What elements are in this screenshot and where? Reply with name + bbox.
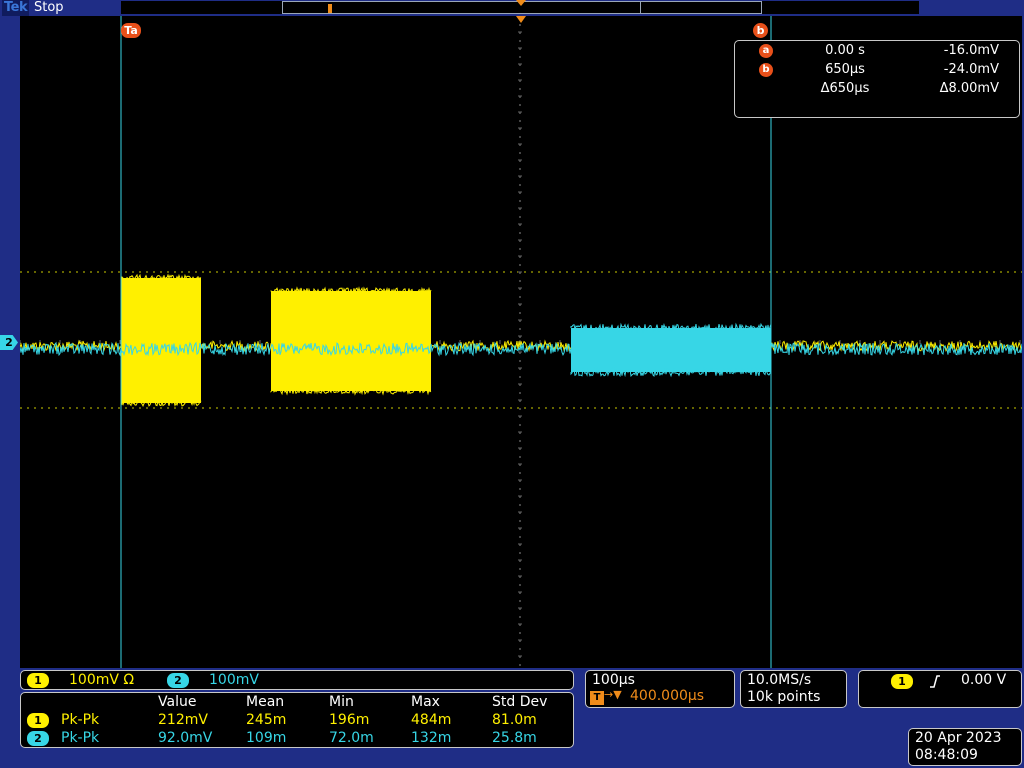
record-length: 10k points [747, 689, 821, 705]
date-time-display: 20 Apr 2023 08:48:09 [908, 728, 1022, 766]
measurement-row-ch1[interactable]: 1 Pk-Pk 212mV 245m 196m 484m 81.0m [21, 712, 573, 730]
timebase-scale[interactable]: 100µs [592, 672, 635, 688]
horizontal-position[interactable]: 400.000µs [630, 688, 704, 704]
ch2-scale[interactable]: 100mV [209, 671, 259, 689]
horizontal-settings[interactable]: 100µs T →▼ 400.000µs [585, 670, 735, 708]
cursor-b-handle[interactable]: b [753, 23, 768, 38]
cursor-b-badge: b [759, 63, 773, 77]
meas-min: 196m [329, 712, 370, 728]
status-bar: Tek Stop [0, 0, 1024, 16]
cursor-readout[interactable]: a 0.00 s -16.0mV b 650µs -24.0mV Δ650µs … [734, 40, 1020, 118]
trigger-time-icon: T [590, 691, 604, 705]
meas-mean: 109m [246, 730, 287, 746]
trigger-time-marker-icon [516, 16, 526, 23]
cursor-delta-row: Δ650µs Δ8.00mV [735, 80, 1019, 98]
meas-max: 132m [411, 730, 452, 746]
tek-logo: Tek [2, 0, 30, 16]
cursor-b-row: b 650µs -24.0mV [735, 61, 1019, 79]
ch1-badge[interactable]: 1 [27, 673, 49, 688]
meas-type: Pk-Pk [61, 730, 100, 746]
acquisition-state[interactable]: Stop [34, 0, 64, 16]
header-max: Max [411, 694, 440, 710]
header-value: Value [158, 694, 197, 710]
date: 20 Apr 2023 [915, 730, 1002, 746]
cursor-delta-volt: Δ8.00mV [939, 81, 999, 96]
ch1-scale[interactable]: 100mV Ω [69, 671, 134, 689]
meas-ch1-badge: 1 [27, 713, 49, 728]
measurement-table[interactable]: Value Mean Min Max Std Dev 1 Pk-Pk 212mV… [20, 692, 574, 748]
meas-type: Pk-Pk [61, 712, 100, 728]
cursor-a-row: a 0.00 s -16.0mV [735, 42, 1019, 60]
meas-min: 72.0m [329, 730, 374, 746]
meas-mean: 245m [246, 712, 287, 728]
meas-stddev: 81.0m [492, 712, 537, 728]
ch1-waveform [20, 273, 1022, 407]
header-min: Min [329, 694, 354, 710]
record-trigger-marker [328, 4, 332, 13]
arrow-right-icon: →▼ [604, 688, 622, 701]
measurement-row-ch2[interactable]: 2 Pk-Pk 92.0mV 109m 72.0m 132m 25.8m [21, 730, 573, 748]
channel-settings-bar[interactable]: 1 100mV Ω 2 100mV [20, 670, 574, 690]
header-mean: Mean [246, 694, 285, 710]
cursor-b-volt: -24.0mV [943, 62, 999, 77]
cursor-a-badge: a [759, 44, 773, 58]
meas-value: 92.0mV [158, 730, 213, 746]
sample-rate: 10.0MS/s [747, 672, 812, 688]
trigger-level[interactable]: 0.00 V [961, 672, 1006, 688]
rising-edge-icon[interactable] [929, 675, 941, 688]
meas-value: 212mV [158, 712, 208, 728]
time: 08:48:09 [915, 747, 978, 763]
record-view-center [640, 1, 641, 14]
acquisition-settings[interactable]: 10.0MS/s 10k points [740, 670, 847, 708]
cursor-a-volt: -16.0mV [943, 43, 999, 58]
header-stddev: Std Dev [492, 694, 548, 710]
trigger-position-icon [516, 0, 526, 6]
ch2-ground-marker[interactable]: 2 [0, 335, 18, 350]
trigger-source-badge[interactable]: 1 [891, 674, 913, 689]
meas-stddev: 25.8m [492, 730, 537, 746]
ch2-badge[interactable]: 2 [167, 673, 189, 688]
cursor-a-handle[interactable]: Ta [121, 23, 141, 38]
meas-max: 484m [411, 712, 452, 728]
meas-ch2-badge: 2 [27, 731, 49, 746]
trigger-settings[interactable]: 1 0.00 V [858, 670, 1022, 708]
